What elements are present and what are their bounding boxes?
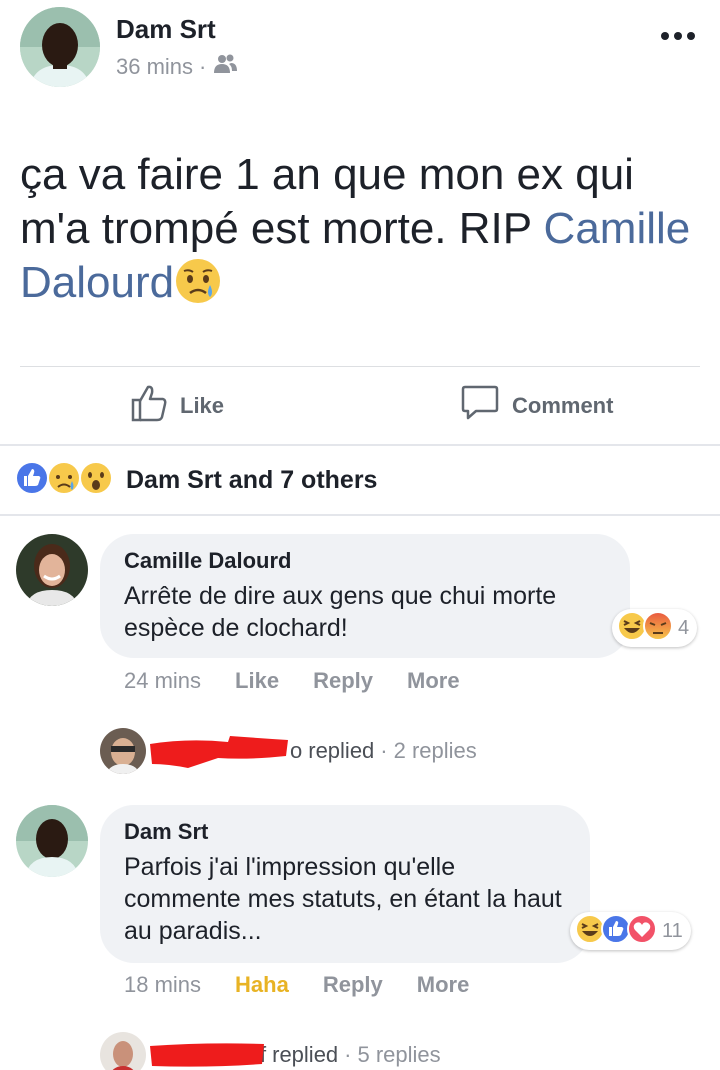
reaction-summary-text[interactable]: Dam Srt and 7 others bbox=[126, 466, 377, 495]
comment-actions: 18 mins Haha Reply More bbox=[124, 972, 469, 998]
reply-separator: · bbox=[380, 738, 388, 763]
post-options-icon[interactable] bbox=[658, 24, 698, 48]
like-button[interactable]: Like bbox=[130, 384, 224, 428]
reply-count: 5 replies bbox=[357, 1042, 441, 1067]
wow-reaction-icon bbox=[78, 460, 114, 501]
reply-separator: · bbox=[344, 1042, 352, 1067]
haha-reaction-icon bbox=[616, 610, 647, 647]
replied-label: replied bbox=[308, 738, 375, 763]
comment-reaction-count: 4 bbox=[678, 616, 690, 639]
comment-text: Arrête de dire aux gens que chui morte e… bbox=[124, 582, 557, 642]
comment-reactions[interactable]: 4 bbox=[612, 609, 698, 647]
author-avatar[interactable] bbox=[20, 7, 100, 87]
comment-reaction-count: 11 bbox=[662, 919, 683, 942]
sad-reaction-icon bbox=[46, 460, 82, 501]
angry-reaction-icon bbox=[642, 610, 673, 647]
comment-reactions[interactable]: 11 bbox=[570, 912, 691, 950]
replied-label: replied bbox=[272, 1042, 339, 1067]
friends-icon bbox=[212, 54, 238, 80]
reaction-summary[interactable]: Dam Srt and 7 others bbox=[14, 460, 377, 500]
post-meta: 36 mins · bbox=[116, 54, 238, 80]
author-name[interactable]: Dam Srt bbox=[116, 14, 216, 45]
divider bbox=[0, 514, 720, 516]
commenter-avatar[interactable] bbox=[16, 805, 88, 877]
comment-reply-button[interactable]: Reply bbox=[323, 972, 383, 998]
post-header: Dam Srt 36 mins · bbox=[0, 0, 720, 100]
comment-text: Parfois j'ai l'impression qu'elle commen… bbox=[124, 853, 562, 945]
divider bbox=[0, 444, 720, 446]
post-time[interactable]: 36 mins bbox=[116, 54, 193, 80]
like-label: Like bbox=[180, 393, 225, 418]
comment-haha-button[interactable]: Haha bbox=[235, 972, 289, 998]
comment-author[interactable]: Camille Dalourd bbox=[124, 548, 606, 574]
reply-count: 2 replies bbox=[393, 738, 477, 763]
redaction-mark bbox=[148, 734, 294, 777]
love-reaction-icon bbox=[626, 913, 657, 950]
redaction-mark bbox=[148, 1040, 266, 1070]
haha-reaction-icon bbox=[574, 913, 605, 950]
thumbs-up-icon bbox=[130, 383, 168, 429]
like-reaction-icon bbox=[14, 460, 50, 501]
comment-bubble-icon bbox=[460, 384, 500, 428]
comment-bubble: Dam Srt Parfois j'ai l'impression qu'ell… bbox=[100, 805, 590, 963]
crying-face-icon bbox=[174, 257, 222, 318]
replier-avatar bbox=[100, 728, 146, 774]
post-text-main: ça va faire 1 an que mon ex qui m'a trom… bbox=[20, 150, 634, 253]
comment-time: 18 mins bbox=[124, 972, 202, 997]
comment-more-button[interactable]: More bbox=[417, 972, 470, 998]
comment-more-button[interactable]: More bbox=[407, 668, 460, 694]
comment-button[interactable]: Comment bbox=[460, 384, 613, 428]
replier-avatar bbox=[100, 1032, 146, 1070]
meta-separator: · bbox=[199, 54, 207, 79]
comment-actions: 24 mins Like Reply More bbox=[124, 668, 460, 694]
comment-time: 24 mins bbox=[124, 668, 202, 693]
comment-reply-button[interactable]: Reply bbox=[313, 668, 373, 694]
like-reaction-icon bbox=[600, 913, 631, 950]
comment-bubble: Camille Dalourd Arrête de dire aux gens … bbox=[100, 534, 630, 658]
comment-label: Comment bbox=[512, 393, 614, 418]
comment-like-button[interactable]: Like bbox=[235, 668, 279, 694]
comment-author[interactable]: Dam Srt bbox=[124, 819, 566, 845]
divider bbox=[20, 366, 700, 367]
commenter-avatar[interactable] bbox=[16, 534, 88, 606]
post-text: ça va faire 1 an que mon ex qui m'a trom… bbox=[20, 148, 700, 318]
